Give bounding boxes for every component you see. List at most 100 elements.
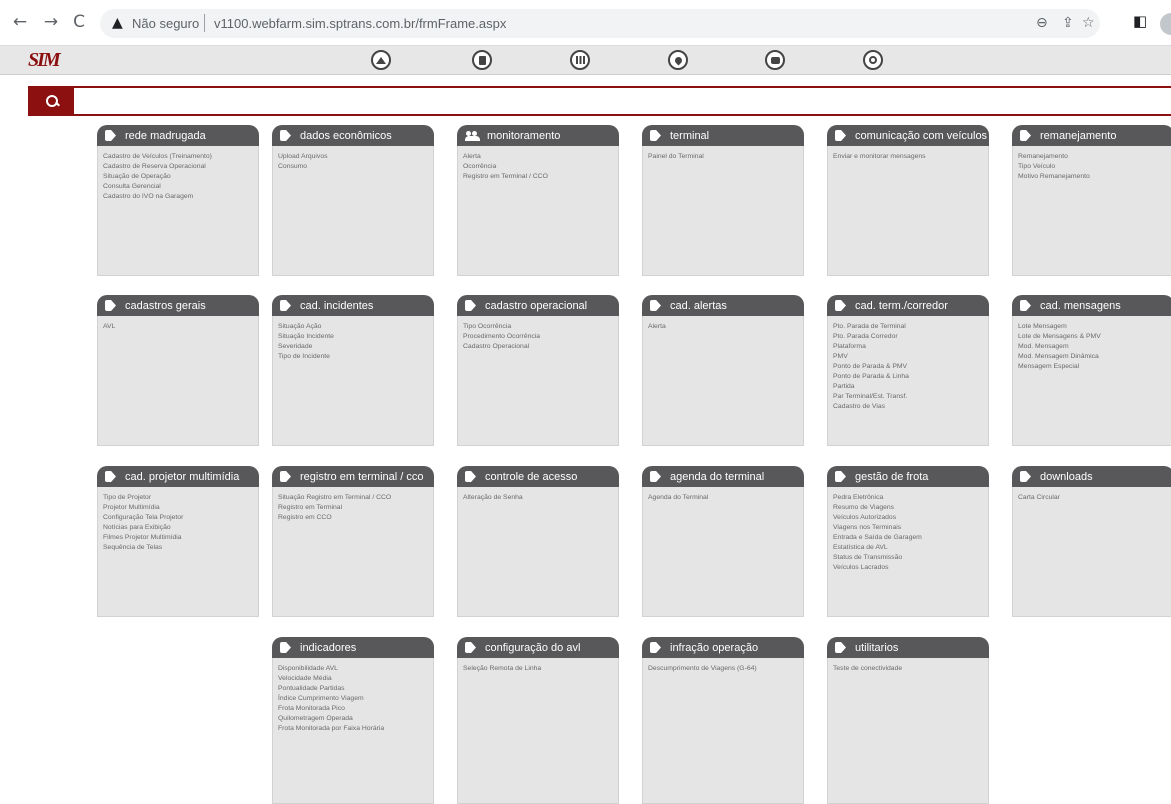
menu-link[interactable]: PMV	[833, 352, 988, 362]
menu-link[interactable]: Motivo Remanejamento	[1018, 172, 1171, 182]
menu-link[interactable]: Consulta Gerencial	[103, 182, 258, 192]
menu-link[interactable]: Entrada e Saída de Garagem	[833, 533, 988, 543]
menu-link[interactable]: Resumo de Viagens	[833, 503, 988, 513]
menu-link[interactable]: Remanejamento	[1018, 152, 1171, 162]
menu-link[interactable]: Teste de conectividade	[833, 664, 988, 674]
logout-icon[interactable]	[863, 50, 883, 70]
menu-link[interactable]: Situação Ação	[278, 322, 433, 332]
bookmark-star-icon[interactable]: ☆	[1082, 15, 1095, 31]
menu-link[interactable]: Ocorrência	[463, 162, 618, 172]
menu-link[interactable]: Ponto de Parada & PMV	[833, 362, 988, 372]
card-title: monitoramento	[487, 129, 561, 142]
menu-link[interactable]: Upload Arquivos	[278, 152, 433, 162]
menu-link[interactable]: Cadastro Operacional	[463, 342, 618, 352]
menu-link[interactable]: Lote de Mensagens & PMV	[1018, 332, 1171, 342]
menu-link[interactable]: Partida	[833, 382, 988, 392]
menu-link[interactable]: Mod. Mensagem Dinâmica	[1018, 352, 1171, 362]
search-input[interactable]	[78, 90, 1168, 112]
menu-link[interactable]: Cadastro de Vias	[833, 402, 988, 412]
location-icon[interactable]	[668, 50, 688, 70]
menu-link[interactable]: Registro em CCO	[278, 513, 433, 523]
card-title: cad. projetor multimídia	[125, 470, 240, 483]
forward-icon[interactable]: →	[41, 12, 61, 32]
back-icon[interactable]: ←	[10, 12, 30, 32]
side-panel-icon[interactable]: ◧	[1133, 12, 1147, 30]
menu-link[interactable]: Par Terminal/Est. Transf.	[833, 392, 988, 402]
menu-link[interactable]: Frota Monitorada Pico	[278, 704, 433, 714]
address-bar[interactable]: ▲ Não seguro v1100.webfarm.sim.sptrans.c…	[100, 9, 1100, 38]
home-icon[interactable]	[371, 50, 391, 70]
card-body: Tipo de Projetor Projetor Multimídia Confi…	[97, 487, 259, 617]
sim-logo[interactable]: SIM	[28, 49, 61, 72]
menu-link[interactable]: Pontualidade Partidas	[278, 684, 433, 694]
menu-link[interactable]: Estatística de AVL	[833, 543, 988, 553]
address-separator	[204, 14, 205, 32]
document-icon[interactable]	[472, 50, 492, 70]
profile-avatar[interactable]	[1160, 13, 1171, 35]
menu-link[interactable]: Enviar e monitorar mensagens	[833, 152, 988, 162]
tag-icon	[280, 300, 291, 311]
menu-link[interactable]: Situação de Operação	[103, 172, 258, 182]
menu-link[interactable]: Frota Monitorada por Faixa Horária	[278, 724, 433, 734]
security-label[interactable]: Não seguro	[132, 16, 199, 31]
menu-link[interactable]: Sequência de Telas	[103, 543, 258, 553]
menu-link[interactable]: Situação Incidente	[278, 332, 433, 342]
menu-link[interactable]: Alerta	[463, 152, 618, 162]
menu-link[interactable]: Pto. Parada de Terminal	[833, 322, 988, 332]
menu-link[interactable]: Registro em Terminal / CCO	[463, 172, 618, 182]
menu-card: cad. projetor multimídia Tipo de Projetor…	[97, 466, 259, 617]
menu-link[interactable]: Ponto de Parada & Linha	[833, 372, 988, 382]
menu-link[interactable]: Plataforma	[833, 342, 988, 352]
search-icon	[45, 94, 59, 108]
menu-link[interactable]: Notícias para Exibição	[103, 523, 258, 533]
menu-link[interactable]: Alerta	[648, 322, 803, 332]
message-icon[interactable]	[765, 50, 785, 70]
menu-link[interactable]: Quilometragem Operada	[278, 714, 433, 724]
card-body: Painel do Terminal	[642, 146, 804, 276]
menu-link[interactable]: Pedra Eletrônica	[833, 493, 988, 503]
menu-link[interactable]: Seleção Remota de Linha	[463, 664, 618, 674]
menu-link[interactable]: Projetor Multimídia	[103, 503, 258, 513]
menu-link[interactable]: Veículos Lacrados	[833, 563, 988, 573]
menu-link[interactable]: Tipo Ocorrência	[463, 322, 618, 332]
zoom-icon[interactable]: ⊖	[1036, 15, 1048, 31]
warning-icon[interactable]: ▲	[112, 15, 123, 31]
menu-link[interactable]: Tipo de Projetor	[103, 493, 258, 503]
menu-link[interactable]: Índice Cumprimento Viagem	[278, 694, 433, 704]
menu-link[interactable]: Tipo de Incidente	[278, 352, 433, 362]
menu-link[interactable]: Disponibilidade AVL	[278, 664, 433, 674]
menu-link[interactable]: Filmes Projetor Multimídia	[103, 533, 258, 543]
menu-link[interactable]: Configuração Tela Projetor	[103, 513, 258, 523]
menu-link[interactable]: Veículos Autorizados	[833, 513, 988, 523]
menu-link[interactable]: Situação Registro em Terminal / CCO	[278, 493, 433, 503]
menu-link[interactable]: Lote Mensagem	[1018, 322, 1171, 332]
menu-link[interactable]: Cadastro de Reserva Operacional	[103, 162, 258, 172]
menu-link[interactable]: Cadastro de Veículos (Treinamento)	[103, 152, 258, 162]
menu-link[interactable]: Painel do Terminal	[648, 152, 803, 162]
menu-link[interactable]: Agenda do Terminal	[648, 493, 803, 503]
card-header: dados econômicos	[272, 125, 434, 146]
menu-link[interactable]: Velocidade Média	[278, 674, 433, 684]
search-button[interactable]	[30, 88, 74, 114]
menu-link[interactable]: Procedimento Ocorrência	[463, 332, 618, 342]
menu-link[interactable]: Registro em Terminal	[278, 503, 433, 513]
menu-link[interactable]: Consumo	[278, 162, 433, 172]
menu-link[interactable]: AVL	[103, 322, 258, 332]
menu-link[interactable]: Alteração de Senha	[463, 493, 618, 503]
url-text[interactable]: v1100.webfarm.sim.sptrans.com.br/frmFram…	[214, 16, 506, 31]
menu-link[interactable]: Carta Circular	[1018, 493, 1171, 503]
menu-link[interactable]: Viagens nos Terminais	[833, 523, 988, 533]
menu-link[interactable]: Tipo Veículo	[1018, 162, 1171, 172]
chart-icon[interactable]	[570, 50, 590, 70]
menu-link[interactable]: Pto. Parada Corredor	[833, 332, 988, 342]
menu-link[interactable]: Severidade	[278, 342, 433, 352]
card-body: Pedra Eletrônica Resumo de Viagens Veículo…	[827, 487, 989, 617]
menu-link[interactable]: Status de Transmissão	[833, 553, 988, 563]
menu-link[interactable]: Mod. Mensagem	[1018, 342, 1171, 352]
menu-link[interactable]: Mensagem Especial	[1018, 362, 1171, 372]
share-icon[interactable]: ⇪	[1062, 15, 1074, 31]
reload-icon[interactable]: C	[69, 12, 89, 32]
menu-link[interactable]: Cadastro do IVO na Garagem	[103, 192, 258, 202]
menu-link[interactable]: Descumprimento de Viagens (G-64)	[648, 664, 803, 674]
card-header: rede madrugada	[97, 125, 259, 146]
